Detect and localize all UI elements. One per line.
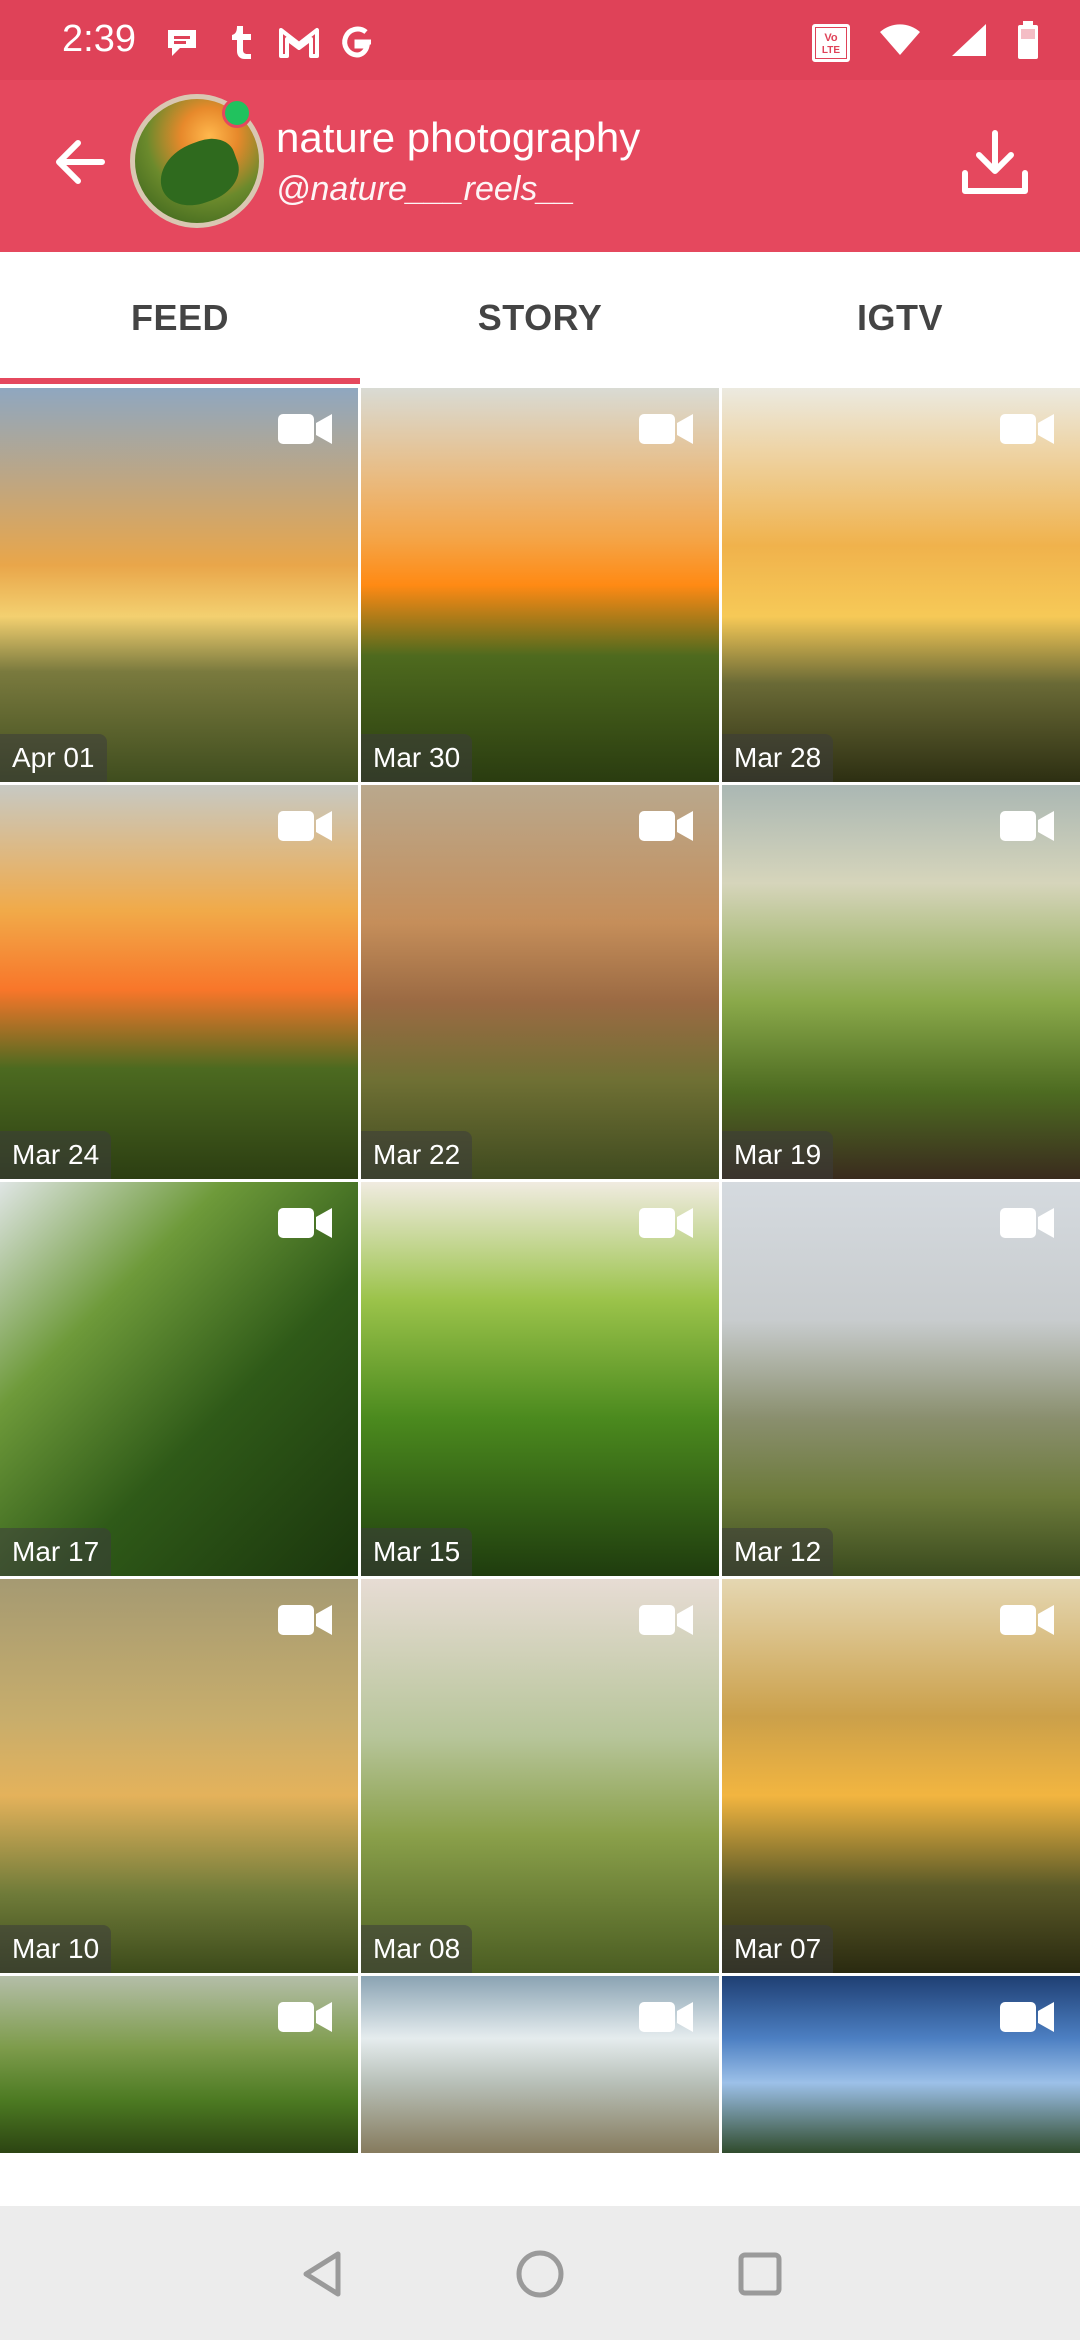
post-date: Mar 24 (0, 1131, 112, 1179)
post-date: Mar 10 (0, 1925, 112, 1973)
post-date: Mar 19 (722, 1131, 834, 1179)
feed-tile[interactable]: Mar 08 (361, 1579, 719, 1973)
feed-tile[interactable]: Mar 15 (361, 1182, 719, 1576)
profile-handle: @nature___reels__ (276, 170, 576, 208)
video-camera-icon (639, 811, 693, 841)
post-date: Mar 22 (361, 1131, 473, 1179)
volte-icon: Vo LTE (812, 23, 850, 62)
feed-tile[interactable]: Mar 10 (0, 1579, 358, 1973)
video-camera-icon (1000, 1208, 1054, 1238)
video-camera-icon (278, 414, 332, 444)
video-camera-icon (278, 2002, 332, 2032)
video-camera-icon (639, 1208, 693, 1238)
feed-tile[interactable]: Mar 17 (0, 1182, 358, 1576)
video-camera-icon (1000, 811, 1054, 841)
feed-tile[interactable] (361, 1976, 719, 2153)
back-button[interactable] (44, 126, 116, 198)
status-bar: 2:39 Vo LTE (0, 0, 1080, 80)
download-button[interactable] (952, 120, 1038, 206)
feed-tile[interactable] (722, 1976, 1080, 2153)
status-time: 2:39 (62, 18, 136, 60)
post-date: Mar 17 (0, 1528, 112, 1576)
feed-tile[interactable]: Mar 30 (361, 388, 719, 782)
nav-home-button[interactable] (500, 2234, 580, 2314)
post-date: Mar 28 (722, 734, 834, 782)
post-date: Mar 12 (722, 1528, 834, 1576)
feed-tile[interactable]: Apr 01 (0, 388, 358, 782)
video-camera-icon (278, 1208, 332, 1238)
svg-text:LTE: LTE (822, 45, 840, 56)
tab-bar: FEED STORY IGTV (0, 252, 1080, 384)
post-date: Apr 01 (0, 734, 107, 782)
video-camera-icon (1000, 2002, 1054, 2032)
signal-icon (950, 22, 988, 63)
arrow-back-icon (56, 140, 105, 184)
chat-bubble-icon (162, 22, 202, 62)
app-bar: nature photography @nature___reels__ (0, 80, 1080, 252)
home-circle-icon (516, 2250, 564, 2298)
svg-text:Vo: Vo (824, 32, 838, 44)
feed-tile[interactable]: Mar 22 (361, 785, 719, 1179)
video-camera-icon (639, 1605, 693, 1635)
video-camera-icon (639, 2002, 693, 2032)
video-camera-icon (639, 414, 693, 444)
system-nav-bar (0, 2206, 1080, 2340)
nav-recents-button[interactable] (720, 2234, 800, 2314)
video-camera-icon (1000, 414, 1054, 444)
gmail-icon (276, 22, 322, 62)
feed-tile[interactable]: Mar 24 (0, 785, 358, 1179)
feed-tile[interactable]: Mar 12 (722, 1182, 1080, 1576)
nav-back-button[interactable] (282, 2234, 362, 2314)
back-triangle-icon (303, 2251, 341, 2297)
video-camera-icon (278, 811, 332, 841)
tab-story[interactable]: STORY (360, 252, 720, 384)
download-icon (962, 130, 1028, 194)
feed-tile[interactable]: Mar 19 (722, 785, 1080, 1179)
recents-square-icon (738, 2252, 782, 2296)
post-date: Mar 07 (722, 1925, 834, 1973)
google-icon (336, 22, 378, 62)
video-camera-icon (278, 1605, 332, 1635)
feed-grid: Apr 01 Mar 30 Mar 28 Mar 24 Mar 22 Mar 1… (0, 388, 1080, 2153)
video-camera-icon (1000, 1605, 1054, 1635)
feed-tile[interactable]: Mar 07 (722, 1579, 1080, 1973)
post-date: Mar 30 (361, 734, 473, 782)
post-date: Mar 15 (361, 1528, 473, 1576)
battery-icon (1016, 20, 1040, 65)
wifi-icon (878, 23, 922, 62)
tab-igtv[interactable]: IGTV (720, 252, 1080, 384)
feed-tile[interactable] (0, 1976, 358, 2153)
tumblr-icon (224, 22, 258, 62)
post-date: Mar 08 (361, 1925, 473, 1973)
tab-feed[interactable]: FEED (0, 252, 360, 384)
online-status-dot (222, 98, 252, 128)
profile-name: nature photography (276, 114, 641, 161)
feed-tile[interactable]: Mar 28 (722, 388, 1080, 782)
